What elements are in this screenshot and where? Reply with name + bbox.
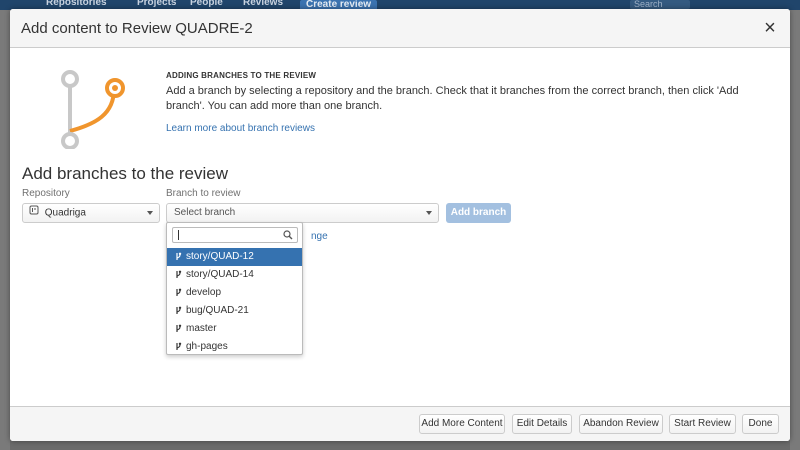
branch-search-input[interactable] <box>173 228 277 242</box>
bg-search: Search <box>630 0 690 9</box>
branch-option-label: story/QUAD-14 <box>186 269 254 280</box>
background-left <box>0 10 10 450</box>
branch-option[interactable]: story/QUAD-12 <box>167 248 302 266</box>
search-icon <box>283 230 293 243</box>
bg-nav-people: People <box>190 0 223 8</box>
add-content-dialog: Add content to Review QUADRE-2 × ADDING … <box>10 9 790 441</box>
branch-label: Branch to review <box>166 188 241 199</box>
branch-placeholder: Select branch <box>174 207 236 218</box>
chevron-down-icon <box>426 211 432 215</box>
branch-option-label: develop <box>186 287 222 298</box>
section-title: Add branches to the review <box>22 164 229 183</box>
dialog-footer: Add More Content Edit Details Abandon Re… <box>10 406 790 441</box>
done-button[interactable]: Done <box>742 414 779 434</box>
branch-option[interactable]: story/QUAD-14 <box>167 266 302 284</box>
close-icon[interactable]: × <box>760 18 780 39</box>
abandon-review-button[interactable]: Abandon Review <box>579 414 663 434</box>
branch-option-label: story/QUAD-12 <box>186 251 254 262</box>
branch-option[interactable]: bug/QUAD-21 <box>167 302 302 320</box>
chevron-down-icon <box>147 211 153 215</box>
branch-option-label: master <box>186 323 217 334</box>
repository-icon <box>29 204 39 222</box>
branch-search-field[interactable] <box>172 227 298 243</box>
bg-nav-projects: Projects <box>137 0 177 8</box>
start-review-button[interactable]: Start Review <box>669 414 736 434</box>
change-link-fragment[interactable]: nge <box>311 231 328 242</box>
branch-icon <box>176 270 182 278</box>
branch-icon <box>176 306 182 314</box>
intro-text: Add a branch by selecting a repository a… <box>166 85 739 112</box>
bg-nav-reviews: Reviews <box>243 0 284 8</box>
branch-dropdown: story/QUAD-12 story/QUAD-14 develop bug/QUA… <box>166 222 303 355</box>
branch-option[interactable]: develop <box>167 284 302 302</box>
branch-option-label: gh-pages <box>186 341 228 352</box>
branch-option-label: bug/QUAD-21 <box>186 305 249 316</box>
learn-more-link[interactable]: Learn more about branch reviews <box>166 123 315 134</box>
repository-label: Repository <box>22 188 70 199</box>
edit-details-button[interactable]: Edit Details <box>512 414 572 434</box>
bg-nav-repositories: Repositories <box>46 0 107 8</box>
add-branch-button[interactable]: Add branch <box>446 203 511 223</box>
repository-select[interactable]: Quadriga <box>22 203 160 223</box>
intro-heading: ADDING BRANCHES TO THE REVIEW <box>166 71 317 80</box>
add-more-content-button[interactable]: Add More Content <box>419 414 505 434</box>
branch-icon <box>176 252 182 260</box>
branch-icon <box>176 324 182 332</box>
branch-select[interactable]: Select branch <box>166 203 439 223</box>
branch-icon <box>176 342 182 350</box>
branch-list: story/QUAD-12 story/QUAD-14 develop bug/QUA… <box>167 248 302 356</box>
branch-option[interactable]: master <box>167 320 302 338</box>
branch-illustration-icon <box>56 69 126 152</box>
branch-option[interactable]: gh-pages <box>167 338 302 356</box>
branch-icon <box>176 288 182 296</box>
text-cursor <box>178 230 179 240</box>
dialog-header: Add content to Review QUADRE-2 × <box>10 9 790 48</box>
dialog-title: Add content to Review QUADRE-2 <box>21 20 253 37</box>
background-right <box>790 10 800 450</box>
repository-value: Quadriga <box>44 207 86 219</box>
